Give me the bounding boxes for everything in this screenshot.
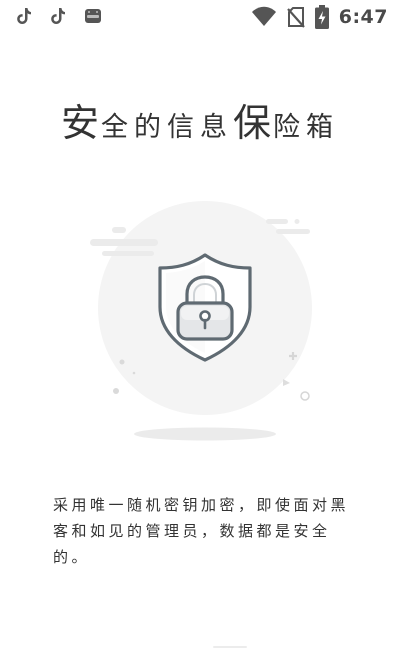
notification-area <box>16 7 102 25</box>
no-sim-icon <box>286 6 305 28</box>
wifi-icon <box>251 6 277 28</box>
android-app-icon <box>84 7 102 25</box>
app-screen: 6:47 安全的信息保险箱 采用唯一随机密钥加密，即使面对黑客和如见的管理员，数… <box>0 0 400 650</box>
page-title: 安全的信息保险箱 <box>0 92 400 147</box>
bottom-indicator <box>213 646 247 648</box>
ground-shadow <box>134 427 276 441</box>
dot-decoration <box>119 359 125 365</box>
tiktok-icon <box>16 7 32 25</box>
title-part-xianxiang: 险箱 <box>273 112 340 143</box>
dot-decoration <box>132 371 136 375</box>
triangle-decoration <box>283 379 290 386</box>
system-tray: 6:47 <box>251 5 388 29</box>
dot-decoration <box>113 388 119 394</box>
description-text: 采用唯一随机密钥加密，即使面对黑客和如见的管理员，数据都是安全的。 <box>53 496 350 566</box>
title-char-an: 安 <box>60 101 101 145</box>
status-clock: 6:47 <box>338 6 388 28</box>
tiktok-icon <box>50 7 66 25</box>
ring-decoration <box>300 391 310 401</box>
status-bar: 6:47 <box>0 0 400 36</box>
battery-charging-icon <box>314 5 329 29</box>
security-illustration <box>80 195 330 450</box>
title-part-quande: 全的信息 <box>101 112 233 143</box>
title-char-bao: 保 <box>233 101 274 145</box>
